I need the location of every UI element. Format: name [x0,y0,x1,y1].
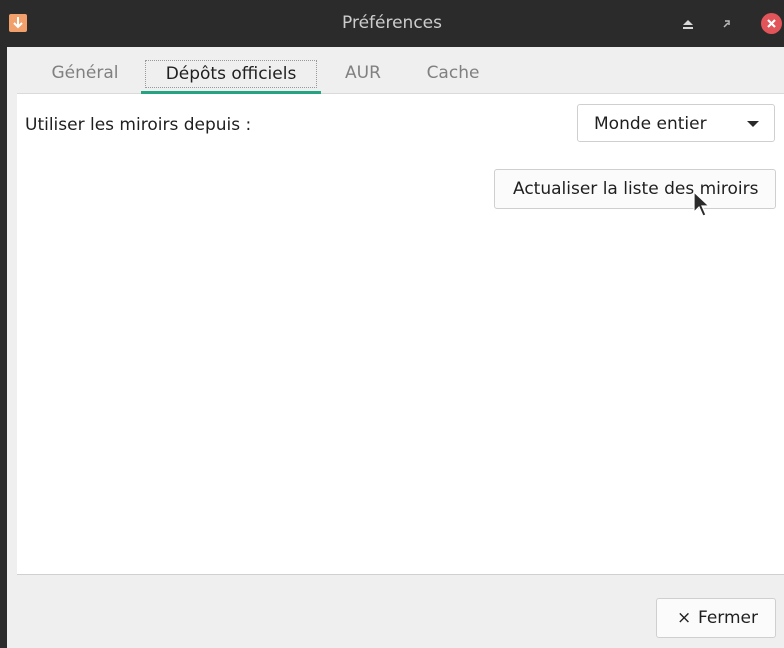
restore-icon[interactable] [719,16,735,32]
tab-official-repos[interactable]: Dépôts officiels [145,60,317,88]
eject-icon[interactable] [680,16,696,32]
tab-general[interactable]: Général [45,60,125,86]
mouse-cursor-icon [693,191,711,217]
close-label: Fermer [698,608,759,628]
tab-cache[interactable]: Cache [421,60,485,86]
close-icon[interactable] [761,13,782,34]
mirror-region-select[interactable]: Monde entier [577,104,775,142]
refresh-mirrors-button[interactable]: Actualiser la liste des miroirs [494,169,776,209]
close-x-icon: × [677,608,692,628]
close-button[interactable]: × Fermer [656,598,776,638]
tab-bar: Général Dépôts officiels AUR Cache [17,47,784,94]
window-frame [0,47,7,648]
window-title: Préférences [342,13,442,33]
title-bar: Préférences [0,0,784,47]
refresh-mirrors-label: Actualiser la liste des miroirs [513,179,759,199]
tab-aur[interactable]: AUR [339,60,387,86]
mirror-region-value: Monde entier [594,114,707,134]
content-panel [17,94,784,575]
chevron-down-icon [747,121,759,127]
mirrors-label: Utiliser les miroirs depuis : [25,115,252,135]
